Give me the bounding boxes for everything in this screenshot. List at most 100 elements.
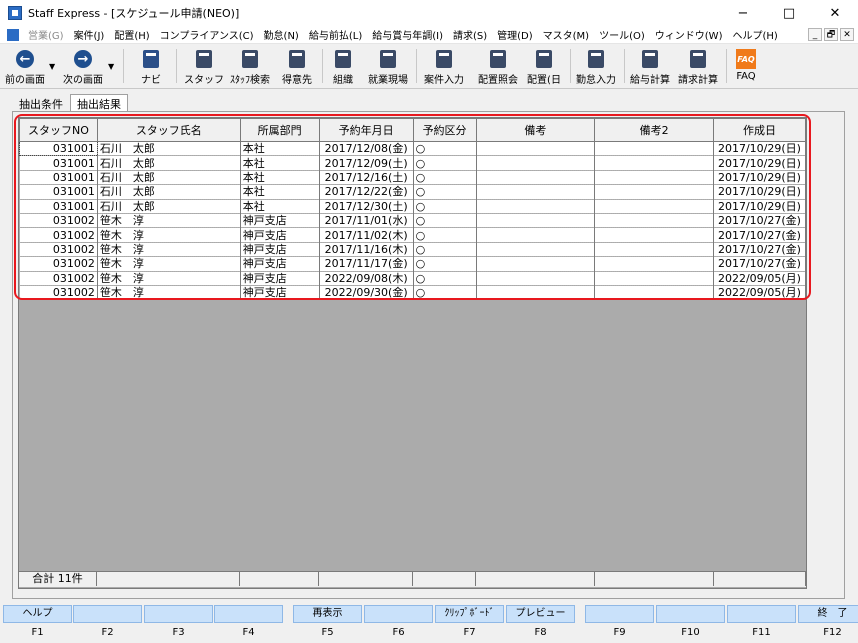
table-row[interactable]: 031002 笹木 淳神戸支店 2017/11/02(木) ○ 2017/10/27(金… bbox=[19, 227, 807, 243]
table-cell: ○ bbox=[413, 199, 477, 214]
table-cell bbox=[594, 155, 714, 171]
menu-item-2[interactable]: 配置(H) bbox=[109, 27, 154, 42]
table-cell: 本社 bbox=[240, 141, 320, 157]
forward-arrow-icon: → bbox=[73, 49, 93, 69]
assignment-daily-button[interactable]: 配置(日 bbox=[524, 47, 564, 87]
table-row[interactable]: 031002 笹木 淳神戸支店 2022/09/08(木) ○ 2022/09/05(月… bbox=[19, 271, 807, 286]
column-header[interactable]: 予約区分 bbox=[412, 118, 477, 142]
table-row[interactable]: 031001 石川 太郎 本社 2017/12/16(土) ○ 2017/10/29(日) bbox=[19, 170, 807, 186]
close-button[interactable]: ✕ bbox=[812, 0, 858, 26]
faq-button[interactable]: FAQ FAQ bbox=[732, 47, 760, 87]
table-cell bbox=[594, 256, 714, 272]
menu-item-6[interactable]: 給与賞与年調(I) bbox=[367, 27, 448, 42]
menu-item-5[interactable]: 給与前払(L) bbox=[304, 27, 367, 42]
fkey-label: F6 bbox=[392, 627, 405, 638]
staff-search-button[interactable]: ｽﾀｯﾌ検索 bbox=[228, 47, 272, 87]
table-cell: 031002 bbox=[19, 285, 98, 301]
table-cell bbox=[476, 184, 596, 200]
menu-item-10[interactable]: ツール(O) bbox=[594, 27, 650, 42]
mdi-controls: _ 🗗 ✕ bbox=[808, 28, 858, 41]
table-cell: 031002 bbox=[19, 256, 98, 272]
column-header[interactable]: 備考 bbox=[475, 118, 596, 142]
menu-item-4[interactable]: 勤怠(N) bbox=[259, 27, 304, 42]
column-header[interactable]: 備考2 bbox=[594, 118, 714, 142]
table-cell: ○ bbox=[413, 242, 477, 258]
fkey-button-f1[interactable]: ヘルプ bbox=[3, 605, 72, 623]
worksite-button[interactable]: 就業現場 bbox=[366, 47, 410, 87]
chevron-down-icon[interactable]: ▼ bbox=[108, 62, 114, 71]
fkey-button-f10[interactable] bbox=[656, 605, 725, 623]
menu-item-9[interactable]: マスタ(M) bbox=[538, 27, 594, 42]
fkey-f12: 終 了 F12 bbox=[798, 605, 858, 638]
mdi-close-button[interactable]: ✕ bbox=[840, 28, 854, 41]
table-row[interactable]: 031002 笹木 淳神戸支店 2017/11/16(木) ○ 2017/10/27(金… bbox=[19, 242, 807, 258]
attendance-input-icon bbox=[586, 49, 606, 69]
fkey-button-f3[interactable] bbox=[144, 605, 213, 623]
menu-item-1[interactable]: 案件(J) bbox=[69, 27, 110, 42]
table-cell: 2017/11/02(木) bbox=[319, 227, 414, 243]
fkey-button-f7[interactable]: ｸﾘｯﾌﾟﾎﾞｰﾄﾞ bbox=[435, 605, 504, 623]
menu-item-11[interactable]: ウィンドウ(W) bbox=[650, 27, 728, 42]
table-row[interactable]: 031001 石川 太郎 本社 2017/12/22(金) ○ 2017/10/29(日) bbox=[19, 184, 807, 200]
table-row[interactable]: 031001 石川 太郎 本社 2017/12/30(土) ○ 2017/10/29(日) bbox=[19, 199, 807, 214]
menu-item-12[interactable]: ヘルプ(H) bbox=[727, 27, 782, 42]
staff-button[interactable]: スタッフ bbox=[184, 47, 224, 87]
fkey-button-f11[interactable] bbox=[727, 605, 796, 623]
maximize-button[interactable]: □ bbox=[766, 0, 812, 26]
navi-button[interactable]: ナビ bbox=[134, 47, 168, 87]
mdi-restore-button[interactable]: 🗗 bbox=[824, 28, 838, 41]
menu-bar: 営業(G) 案件(J) 配置(H) コンプライアンス(C) 勤怠(N) 給与前払(L) 給与… bbox=[0, 26, 858, 44]
fkey-f3: F3 bbox=[144, 605, 213, 638]
table-cell: ○ bbox=[413, 170, 477, 186]
table-cell bbox=[594, 242, 714, 258]
fkey-button-f4[interactable] bbox=[214, 605, 283, 623]
mdi-minimize-button[interactable]: _ bbox=[808, 28, 822, 41]
table-cell bbox=[476, 170, 596, 186]
column-header[interactable]: 予約年月日 bbox=[318, 118, 414, 142]
payroll-calc-button[interactable]: 給与計算 bbox=[628, 47, 672, 87]
attendance-input-button[interactable]: 勤怠入力 bbox=[574, 47, 618, 87]
organization-button[interactable]: 組織 bbox=[328, 47, 358, 87]
table-row[interactable]: 031002 笹木 淳神戸支店 2022/09/30(金) ○ 2022/09/05(月… bbox=[19, 285, 807, 301]
fkey-button-f6[interactable] bbox=[364, 605, 433, 623]
table-cell: 笹木 淳 bbox=[97, 213, 241, 229]
chevron-down-icon[interactable]: ▼ bbox=[49, 62, 55, 71]
document-icon bbox=[7, 28, 19, 41]
tab-extract-conditions[interactable]: 抽出条件 bbox=[12, 94, 70, 112]
table-cell: ○ bbox=[413, 256, 477, 272]
table-cell: 031001 bbox=[19, 184, 98, 200]
table-cell: 神戸支店 bbox=[240, 242, 320, 258]
menu-item-3[interactable]: コンプライアンス(C) bbox=[155, 27, 259, 42]
assignment-inquiry-icon bbox=[488, 49, 508, 69]
fkey-label: F1 bbox=[31, 627, 44, 638]
column-header[interactable]: 作成日 bbox=[712, 118, 807, 142]
column-header[interactable]: 所属部門 bbox=[239, 118, 320, 142]
customer-button[interactable]: 得意先 bbox=[278, 47, 316, 87]
staff-search-icon bbox=[240, 49, 260, 69]
table-row[interactable]: 031001 石川 太郎 本社 2017/12/09(土) ○ 2017/10/29(日) bbox=[19, 155, 807, 171]
table-cell: 本社 bbox=[240, 170, 320, 186]
column-header[interactable]: スタッフNO bbox=[19, 118, 98, 142]
menu-item-8[interactable]: 管理(D) bbox=[492, 27, 538, 42]
minimize-button[interactable]: − bbox=[720, 0, 766, 26]
fkey-button-f5[interactable]: 再表示 bbox=[293, 605, 362, 623]
table-row[interactable]: 031002 笹木 淳神戸支店 2017/11/01(水) ○ 2017/10/27(金… bbox=[19, 213, 807, 229]
case-input-button[interactable]: 案件入力 bbox=[422, 47, 466, 87]
table-cell: 本社 bbox=[240, 184, 320, 200]
results-grid[interactable]: スタッフNO スタッフ氏名 所属部門 予約年月日 予約区分 備考 備考2 作成日 031001… bbox=[18, 117, 807, 589]
column-header[interactable]: スタッフ氏名 bbox=[96, 118, 241, 142]
fkey-button-f2[interactable] bbox=[73, 605, 142, 623]
table-cell bbox=[476, 227, 596, 243]
fkey-button-f9[interactable] bbox=[585, 605, 654, 623]
back-button[interactable]: ← 前の画面 bbox=[4, 47, 46, 87]
assignment-inquiry-button[interactable]: 配置照会 bbox=[476, 47, 520, 87]
table-row[interactable]: 031001 石川 太郎 本社 2017/12/08(金) ○ 2017/10/29(日) bbox=[19, 140, 807, 157]
fkey-button-f12[interactable]: 終 了 bbox=[798, 605, 858, 623]
menu-item-7[interactable]: 請求(S) bbox=[448, 27, 492, 42]
fkey-button-f8[interactable]: プレビュー bbox=[506, 605, 575, 623]
menu-item-0[interactable]: 営業(G) bbox=[23, 27, 69, 42]
table-row[interactable]: 031002 笹木 淳神戸支店 2017/11/17(金) ○ 2017/10/27(金… bbox=[19, 256, 807, 272]
billing-calc-button[interactable]: 請求計算 bbox=[676, 47, 720, 87]
tab-extract-results[interactable]: 抽出結果 bbox=[70, 94, 128, 112]
forward-button[interactable]: → 次の画面 bbox=[62, 47, 104, 87]
